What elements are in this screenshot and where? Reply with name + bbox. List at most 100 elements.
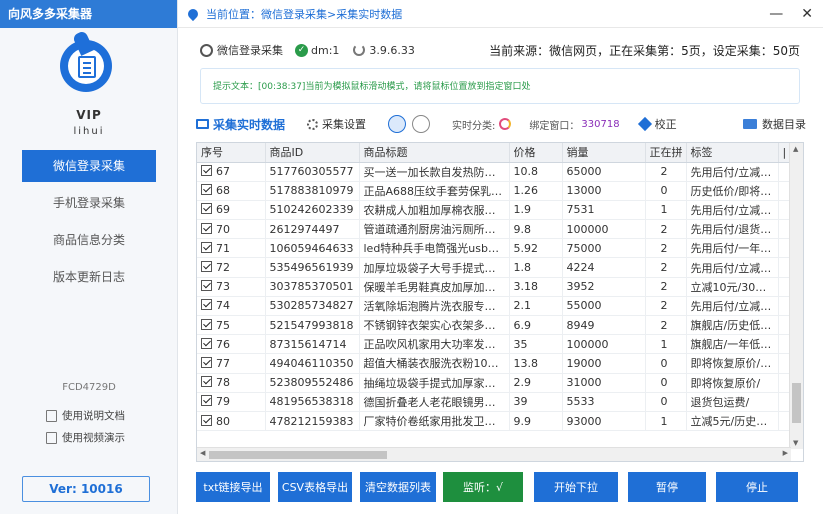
toggle-icon[interactable] xyxy=(388,115,407,133)
table-row[interactable]: 80 478212159383 厂家特价卷纸家用批发卫… 9.9 93000 1 立减5元/… xyxy=(197,411,791,432)
table-row[interactable]: 70 2612974497 管道疏通剂厨房油污厕所… 9.8 100000 2 先用后付/退… xyxy=(197,219,791,240)
col-header-title[interactable]: 商品标题 xyxy=(359,143,510,163)
phone-icon[interactable] xyxy=(412,115,431,133)
table-row[interactable]: 69 510242602339 农耕成人加粗加厚棉衣服… 1.9 7531 1 先用后付/立… xyxy=(197,200,791,221)
cell-product-id: 523809552486 xyxy=(265,373,360,393)
toolbar: 采集实时数据 采集设置 实时分类: 绑定窗口： 330718 校正 数据目录 xyxy=(196,114,806,134)
txt-export-button[interactable]: txt链接导出 xyxy=(196,472,270,502)
table-row[interactable]: 67 517760305577 买一送一加长款自发热防… 10.8 65000 2 先用后付… xyxy=(197,162,791,182)
start-pull-button[interactable]: 开始下拉 xyxy=(534,472,618,502)
tab-realtime-data[interactable]: 采集实时数据 xyxy=(196,116,285,133)
table-row[interactable]: 73 303785370501 保暖羊毛男鞋真皮加厚加… 3.18 3952 2 立减10元… xyxy=(197,277,791,297)
scroll-right-icon[interactable]: ▶ xyxy=(783,449,788,457)
horizontal-scrollbar[interactable]: ◀ ▶ xyxy=(197,447,791,461)
cell-tags: 旗舰店/历史低… xyxy=(686,315,779,336)
row-checkbox[interactable] xyxy=(201,222,212,234)
cell-price: 3.18 xyxy=(509,277,563,297)
table-row[interactable]: 74 530285734827 活氧除垢泡腾片洗衣服专… 2.1 55000 2 先用后付/… xyxy=(197,296,791,317)
cell-index: 77 xyxy=(197,353,266,374)
row-checkbox[interactable] xyxy=(201,165,212,177)
row-checkbox[interactable] xyxy=(201,280,212,292)
row-checkbox[interactable] xyxy=(201,414,212,426)
cell-tags: 历史低价/即将… xyxy=(686,181,779,201)
cell-title: 正品A688压纹手套劳保乳… xyxy=(359,181,510,201)
col-header-tags[interactable]: 标签 xyxy=(686,143,779,163)
cell-title: 保暖羊毛男鞋真皮加厚加… xyxy=(359,277,510,297)
row-index-label: 80 xyxy=(216,414,230,428)
cell-product-id: 530285734827 xyxy=(265,296,360,317)
row-checkbox[interactable] xyxy=(201,203,212,215)
video-link-label: 使用视频演示 xyxy=(62,432,125,444)
table-row[interactable]: 71 106059464633 led特种兵手电筒强光usb… 5.92 75000 2 先… xyxy=(197,238,791,259)
cell-index: 73 xyxy=(197,277,266,297)
row-checkbox[interactable] xyxy=(201,337,212,349)
sidebar-nav: 微信登录采集 手机登录采集 商品信息分类 版本更新日志 xyxy=(22,150,156,298)
table-row[interactable]: 75 521547993818 不锈钢锌衣架实心衣架多… 6.9 8949 2 旗舰店/历史… xyxy=(197,315,791,336)
cell-tags: 退货包运费/ xyxy=(686,392,779,412)
doc-link[interactable]: 使用说明文档 xyxy=(46,408,125,423)
row-checkbox[interactable] xyxy=(201,184,212,196)
cell-grouping: 1 xyxy=(645,200,687,221)
row-checkbox[interactable] xyxy=(201,299,212,311)
clear-list-button[interactable]: 清空数据列表 xyxy=(360,472,436,502)
row-index-label: 67 xyxy=(216,165,230,179)
cell-grouping: 2 xyxy=(645,257,687,278)
minimize-button[interactable]: — xyxy=(769,6,783,22)
cell-tags: 先用后付/立减… xyxy=(686,200,779,221)
scroll-up-icon[interactable]: ▲ xyxy=(793,145,798,153)
realtime-category-label: 实时分类: xyxy=(452,120,496,132)
col-header-sales[interactable]: 销量 xyxy=(562,143,646,163)
vertical-scrollbar[interactable]: ▲ ▼ xyxy=(789,143,803,449)
pause-button[interactable]: 暂停 xyxy=(628,472,706,502)
close-button[interactable]: ✕ xyxy=(801,6,813,22)
cell-product-id: 478212159383 xyxy=(265,411,360,432)
table-row[interactable]: 72 535496561939 加厚垃圾袋子大号手提式… 1.8 4224 2 先用后付/立… xyxy=(197,257,791,278)
gear-icon xyxy=(307,118,319,130)
row-checkbox[interactable] xyxy=(201,318,212,330)
loading-icon xyxy=(499,118,512,130)
col-header-index[interactable]: 序号 xyxy=(197,143,266,163)
cell-tags: 即将恢复原价/ xyxy=(686,373,779,393)
vertical-scroll-thumb[interactable] xyxy=(792,383,801,423)
video-link[interactable]: 使用视频演示 xyxy=(46,430,125,445)
table-row[interactable]: 68 517883810979 正品A688压纹手套劳保乳… 1.26 13000 0 历史… xyxy=(197,181,791,201)
data-dir-button[interactable]: 数据目录 xyxy=(743,116,806,132)
device-code: FCD4729D xyxy=(62,382,116,393)
horizontal-scroll-thumb[interactable] xyxy=(209,451,387,459)
cell-tags: 先用后付/一年… xyxy=(686,238,779,259)
calibrate-button[interactable]: 校正 xyxy=(637,116,677,132)
cell-index: 78 xyxy=(197,373,266,393)
table-row[interactable]: 76 87315614714 正品吹风机家用大功率发… 35 100000 1 旗舰店/一年… xyxy=(197,334,791,355)
table-row[interactable]: 78 523809552486 抽绳垃圾袋手提式加厚家… 2.9 31000 0 即将恢复原… xyxy=(197,373,791,393)
row-checkbox[interactable] xyxy=(201,395,212,407)
col-header-price[interactable]: 价格 xyxy=(509,143,563,163)
cell-tags: 先用后付/退货… xyxy=(686,219,779,240)
tab-settings-label: 采集设置 xyxy=(322,118,367,131)
col-header-product-id[interactable]: 商品ID xyxy=(265,143,360,163)
table-row[interactable]: 79 481956538318 德国折叠老人老花眼镜男… 39 5533 0 退货包运费/ xyxy=(197,392,791,412)
status-row: 微信登录采集 ✓ dm:1 3.9.6.33 当前来源：微信网页，正在采集第：5… xyxy=(200,40,800,60)
row-checkbox[interactable] xyxy=(201,241,212,253)
sidebar-item-phone-login[interactable]: 手机登录采集 xyxy=(22,187,156,219)
row-checkbox[interactable] xyxy=(201,356,212,368)
sidebar-item-changelog[interactable]: 版本更新日志 xyxy=(22,261,156,293)
listen-toggle-button[interactable]: 监听：√ xyxy=(443,472,523,502)
scroll-down-icon[interactable]: ▼ xyxy=(793,439,798,447)
tab-settings[interactable]: 采集设置 xyxy=(307,116,366,132)
cell-index: 76 xyxy=(197,334,266,355)
col-header-grouping[interactable]: 正在拼 xyxy=(645,143,687,163)
row-checkbox[interactable] xyxy=(201,261,212,273)
source-info: 当前来源：微信网页，正在采集第：5页，设定采集：50页 xyxy=(489,43,800,58)
cell-index: 69 xyxy=(197,200,266,221)
stop-button[interactable]: 停止 xyxy=(716,472,798,502)
cell-product-id: 303785370501 xyxy=(265,277,360,297)
csv-export-button[interactable]: CSV表格导出 xyxy=(278,472,352,502)
sidebar-item-category[interactable]: 商品信息分类 xyxy=(22,224,156,256)
scroll-left-icon[interactable]: ◀ xyxy=(200,449,205,457)
row-checkbox[interactable] xyxy=(201,376,212,388)
table-row[interactable]: 77 494046110350 超值大桶装衣服洗衣粉10… 13.8 19000 0 即将恢… xyxy=(197,353,791,374)
sidebar-item-wechat-login[interactable]: 微信登录采集 xyxy=(22,150,156,182)
tip-box: 提示文本：[00:38:37]当前为模拟鼠标滑动模式，请将鼠标位置放到指定窗口处 xyxy=(200,68,800,104)
cell-title: 加厚垃圾袋子大号手提式… xyxy=(359,257,510,278)
cell-product-id: 494046110350 xyxy=(265,353,360,374)
